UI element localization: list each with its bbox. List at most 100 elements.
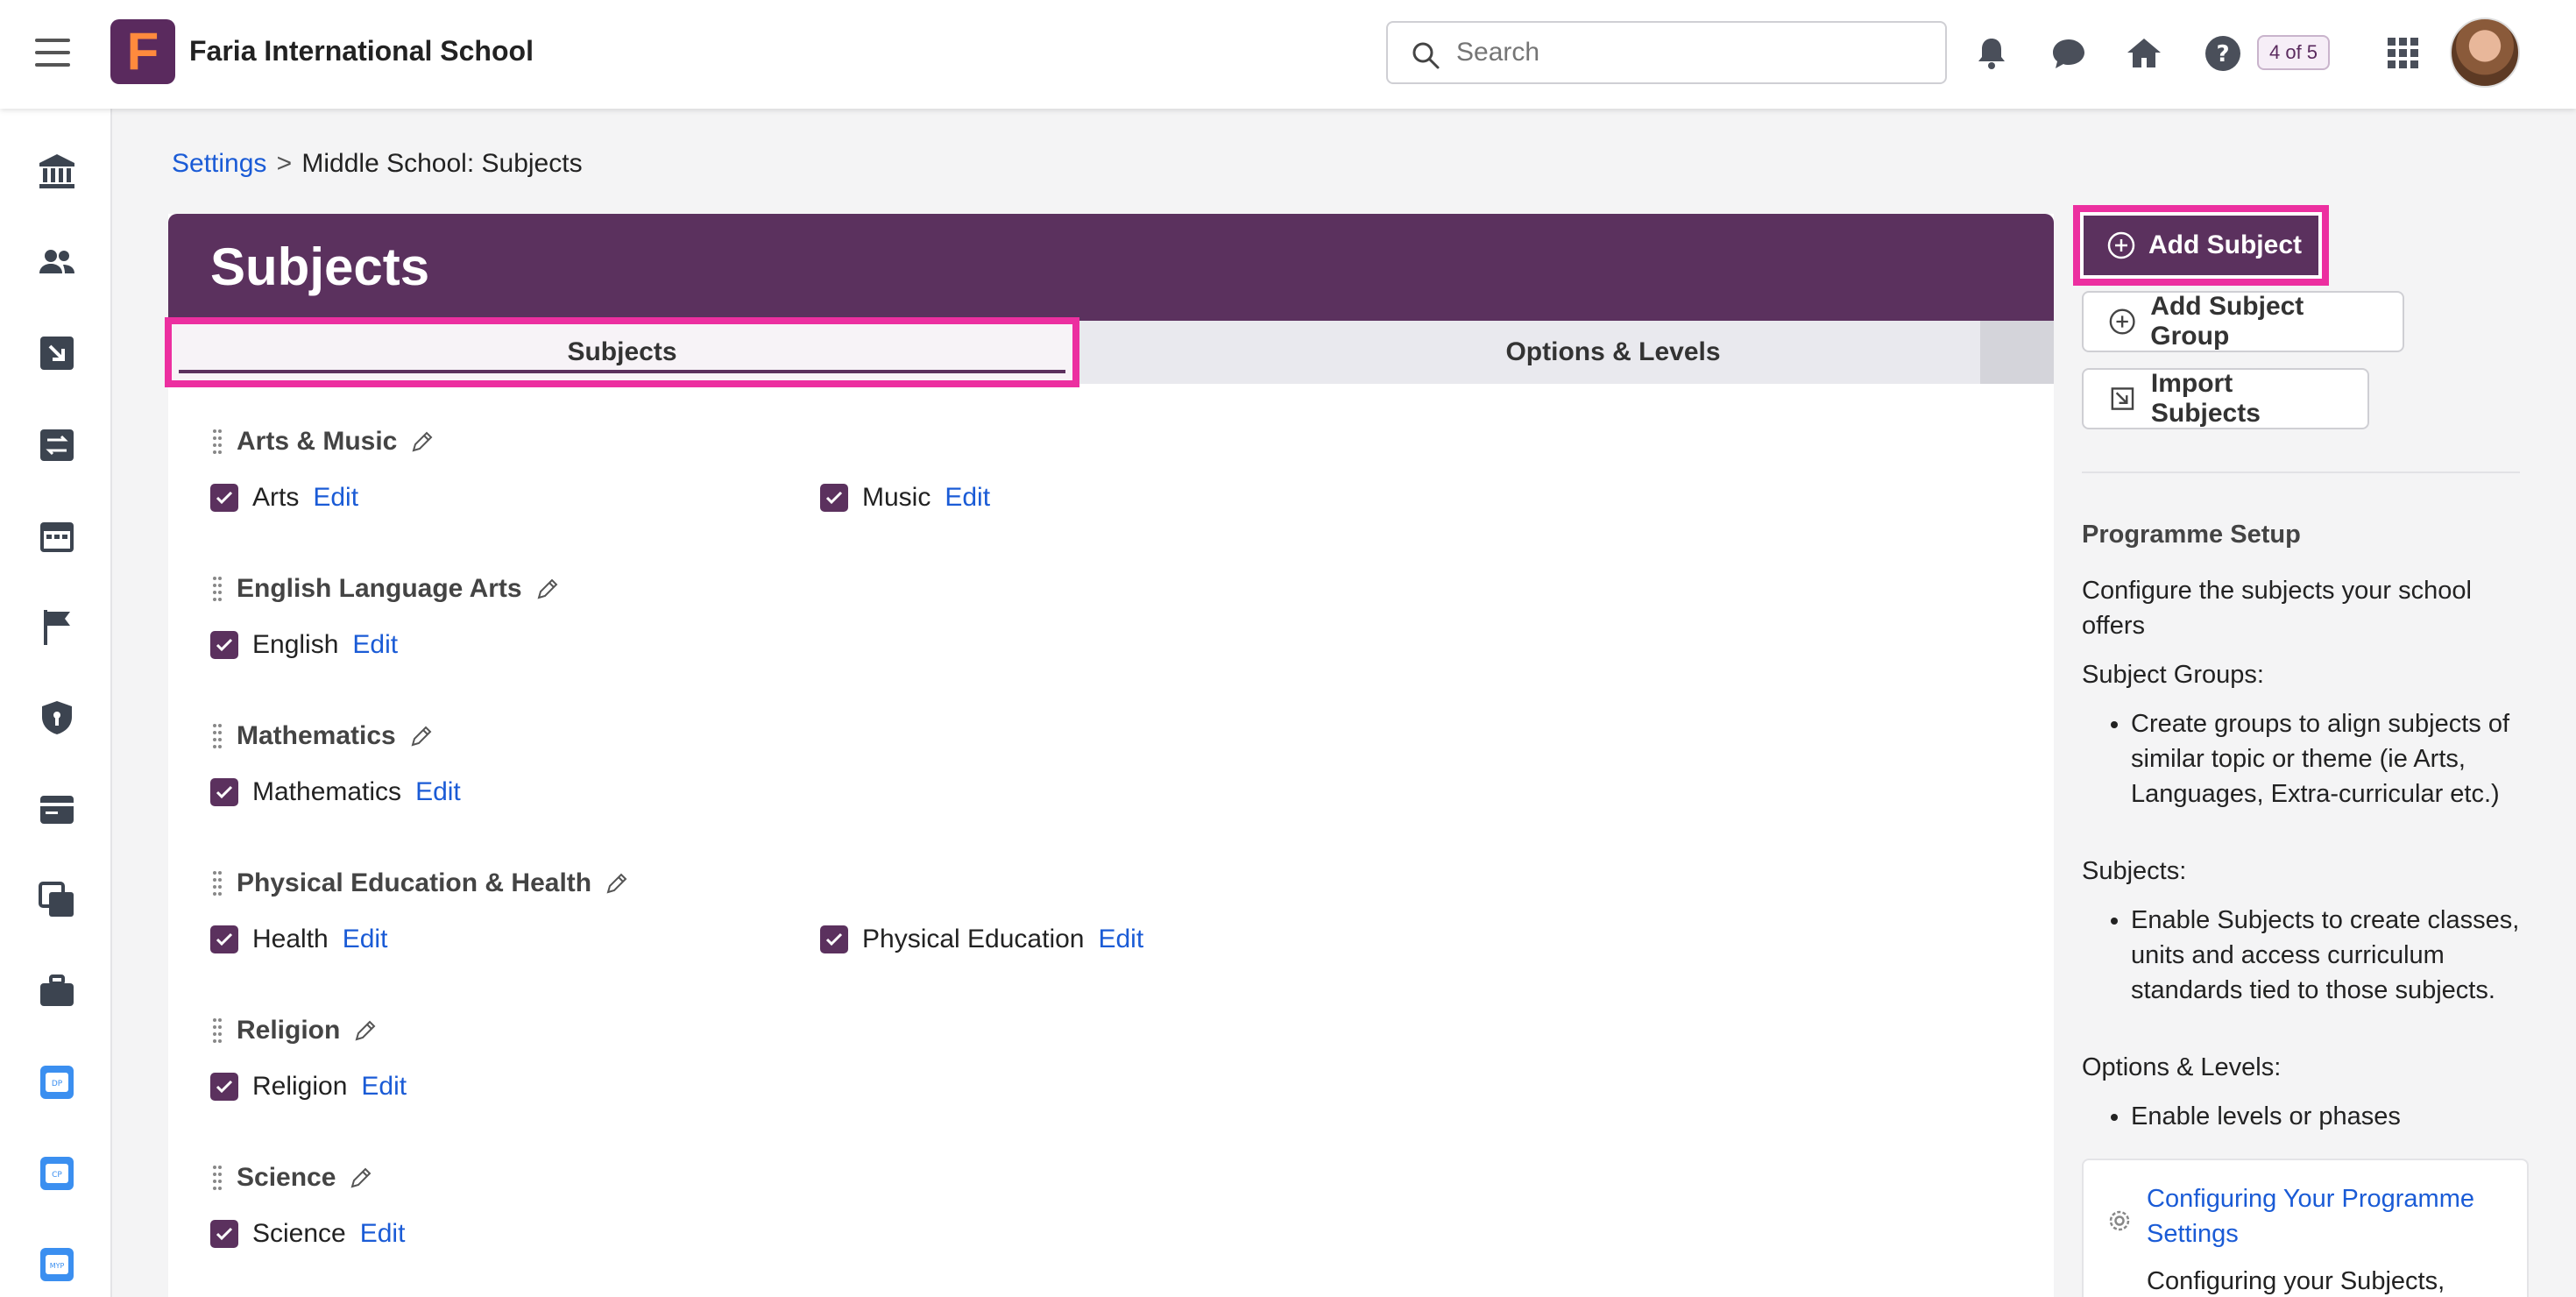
drag-handle-icon[interactable] — [210, 1016, 224, 1045]
bell-icon[interactable] — [1971, 33, 2012, 74]
school-name: Faria International School — [189, 35, 534, 67]
check-icon — [216, 1080, 233, 1094]
subject-checkbox[interactable] — [210, 1073, 238, 1101]
subject-checkbox[interactable] — [210, 484, 238, 512]
add-subject-group-button[interactable]: Add Subject Group — [2082, 291, 2404, 352]
subject-checkbox[interactable] — [820, 484, 848, 512]
drag-handle-icon[interactable] — [210, 427, 224, 457]
menu-icon[interactable] — [35, 39, 70, 67]
subject-edit-link[interactable]: Edit — [1098, 925, 1143, 954]
breadcrumb-separator: > — [276, 149, 293, 178]
pencil-icon[interactable] — [534, 576, 561, 602]
school-building-icon[interactable] — [37, 151, 77, 191]
subject-name: Mathematics — [252, 777, 402, 806]
svg-text:CP: CP — [52, 1171, 62, 1180]
subject-checkbox[interactable] — [210, 1220, 238, 1248]
top-bar: F Faria International School ? 4 of 5 — [0, 0, 2576, 109]
subject-row: Mathematics Edit — [210, 775, 1875, 810]
subjects-card: Subjects Subjects Options & Levels Arts … — [165, 214, 2054, 1297]
shield-icon[interactable] — [37, 698, 77, 738]
subject-item: Science Edit — [210, 1216, 405, 1251]
subject-item: Arts Edit — [210, 480, 358, 515]
subject-name: Health — [252, 925, 329, 953]
drag-handle-icon[interactable] — [210, 574, 224, 604]
subject-edit-link[interactable]: Edit — [313, 483, 358, 513]
add-subject-button[interactable]: Add Subject — [2084, 216, 2318, 275]
card-icon[interactable] — [37, 789, 77, 829]
tab-bar: Subjects Options & Levels — [165, 317, 2054, 387]
search-icon — [1412, 42, 1440, 69]
add-subject-group-label: Add Subject Group — [2150, 292, 2304, 351]
calendar-icon[interactable] — [37, 515, 77, 556]
subject-checkbox[interactable] — [210, 925, 238, 953]
subject-row: English Edit — [210, 627, 1875, 663]
subject-edit-link[interactable]: Edit — [415, 777, 461, 807]
subject-edit-link[interactable]: Edit — [352, 630, 398, 660]
subject-name: Science — [252, 1219, 346, 1248]
check-icon — [216, 1227, 233, 1241]
card-header: Subjects — [168, 214, 2054, 321]
school-logo[interactable]: F — [110, 19, 175, 84]
subject-group-name: Arts & Music — [237, 427, 398, 456]
pencil-icon[interactable] — [348, 1165, 374, 1191]
counter-badge[interactable]: 4 of 5 — [2257, 35, 2331, 70]
subject-checkbox[interactable] — [210, 778, 238, 806]
subject-name: Physical Education — [862, 925, 1085, 953]
subject-edit-link[interactable]: Edit — [343, 925, 388, 954]
user-avatar[interactable] — [2450, 18, 2520, 88]
dp-programme-icon[interactable]: DP — [37, 1062, 77, 1102]
subject-group: English Language Arts English Edit — [210, 571, 1875, 663]
import-subjects-button[interactable]: Import Subjects — [2082, 368, 2369, 429]
drag-handle-icon[interactable] — [210, 721, 224, 751]
subject-item: Religion Edit — [210, 1069, 407, 1104]
tab-bar-end — [1980, 321, 2054, 384]
subject-group-name: Science — [237, 1163, 336, 1192]
subject-group-header: Science — [210, 1160, 1875, 1195]
subject-edit-link[interactable]: Edit — [360, 1219, 406, 1249]
subject-row: Arts Edit Music Edit — [210, 480, 1875, 515]
subject-row: Science Edit — [210, 1216, 1875, 1251]
configure-text: Configure the subjects your school offer… — [2082, 577, 2472, 640]
gear-icon — [2109, 1210, 2130, 1231]
check-icon — [216, 638, 233, 652]
pencil-icon[interactable] — [409, 429, 435, 455]
subject-checkbox[interactable] — [210, 631, 238, 659]
search-box[interactable] — [1386, 21, 1947, 84]
pencil-icon[interactable] — [408, 723, 435, 749]
people-icon[interactable] — [37, 242, 77, 282]
breadcrumb-settings-link[interactable]: Settings — [172, 149, 266, 178]
drag-handle-icon[interactable] — [210, 868, 224, 898]
import-icon — [2111, 387, 2134, 410]
cp-programme-icon[interactable]: CP — [37, 1153, 77, 1194]
pencil-icon[interactable] — [604, 870, 630, 897]
subject-group: Physical Education & Health Health Edit Phy… — [210, 866, 1875, 957]
add-subject-label: Add Subject — [2148, 230, 2303, 259]
plus-circle-icon — [2109, 308, 2135, 335]
subject-name: Arts — [252, 483, 300, 512]
drag-handle-icon[interactable] — [210, 1163, 224, 1193]
tab-subjects[interactable]: Subjects — [165, 317, 1079, 387]
help-article-link[interactable]: Configuring Your Programme Settings — [2147, 1181, 2515, 1251]
briefcase-icon[interactable] — [37, 971, 77, 1011]
subject-edit-link[interactable]: Edit — [361, 1072, 407, 1102]
chat-icon[interactable] — [2049, 33, 2089, 74]
myp-programme-icon[interactable]: MYP — [37, 1244, 77, 1285]
schedule-swap-icon[interactable] — [37, 424, 77, 464]
help-icon[interactable]: ? — [2203, 33, 2243, 74]
home-icon[interactable] — [2124, 33, 2164, 74]
subject-groups-list: Create groups to align subjects of simil… — [2082, 706, 2537, 812]
subject-group-header: Physical Education & Health — [210, 866, 1875, 901]
subject-row: Religion Edit — [210, 1069, 1875, 1104]
import-arrow-icon[interactable] — [37, 333, 77, 373]
subject-checkbox[interactable] — [820, 925, 848, 953]
subject-group: Science Science Edit — [210, 1160, 1875, 1251]
import-subjects-label: Import Subjects — [2150, 369, 2261, 428]
apps-grid-icon[interactable] — [2383, 33, 2424, 74]
subject-item: Physical Education Edit — [820, 922, 1143, 957]
breadcrumb-current: Middle School: Subjects — [301, 149, 583, 178]
pencil-icon[interactable] — [352, 1017, 379, 1044]
flag-icon[interactable] — [37, 606, 77, 647]
subject-edit-link[interactable]: Edit — [945, 483, 990, 513]
copy-layers-icon[interactable] — [37, 880, 77, 920]
search-input[interactable] — [1456, 35, 1929, 70]
